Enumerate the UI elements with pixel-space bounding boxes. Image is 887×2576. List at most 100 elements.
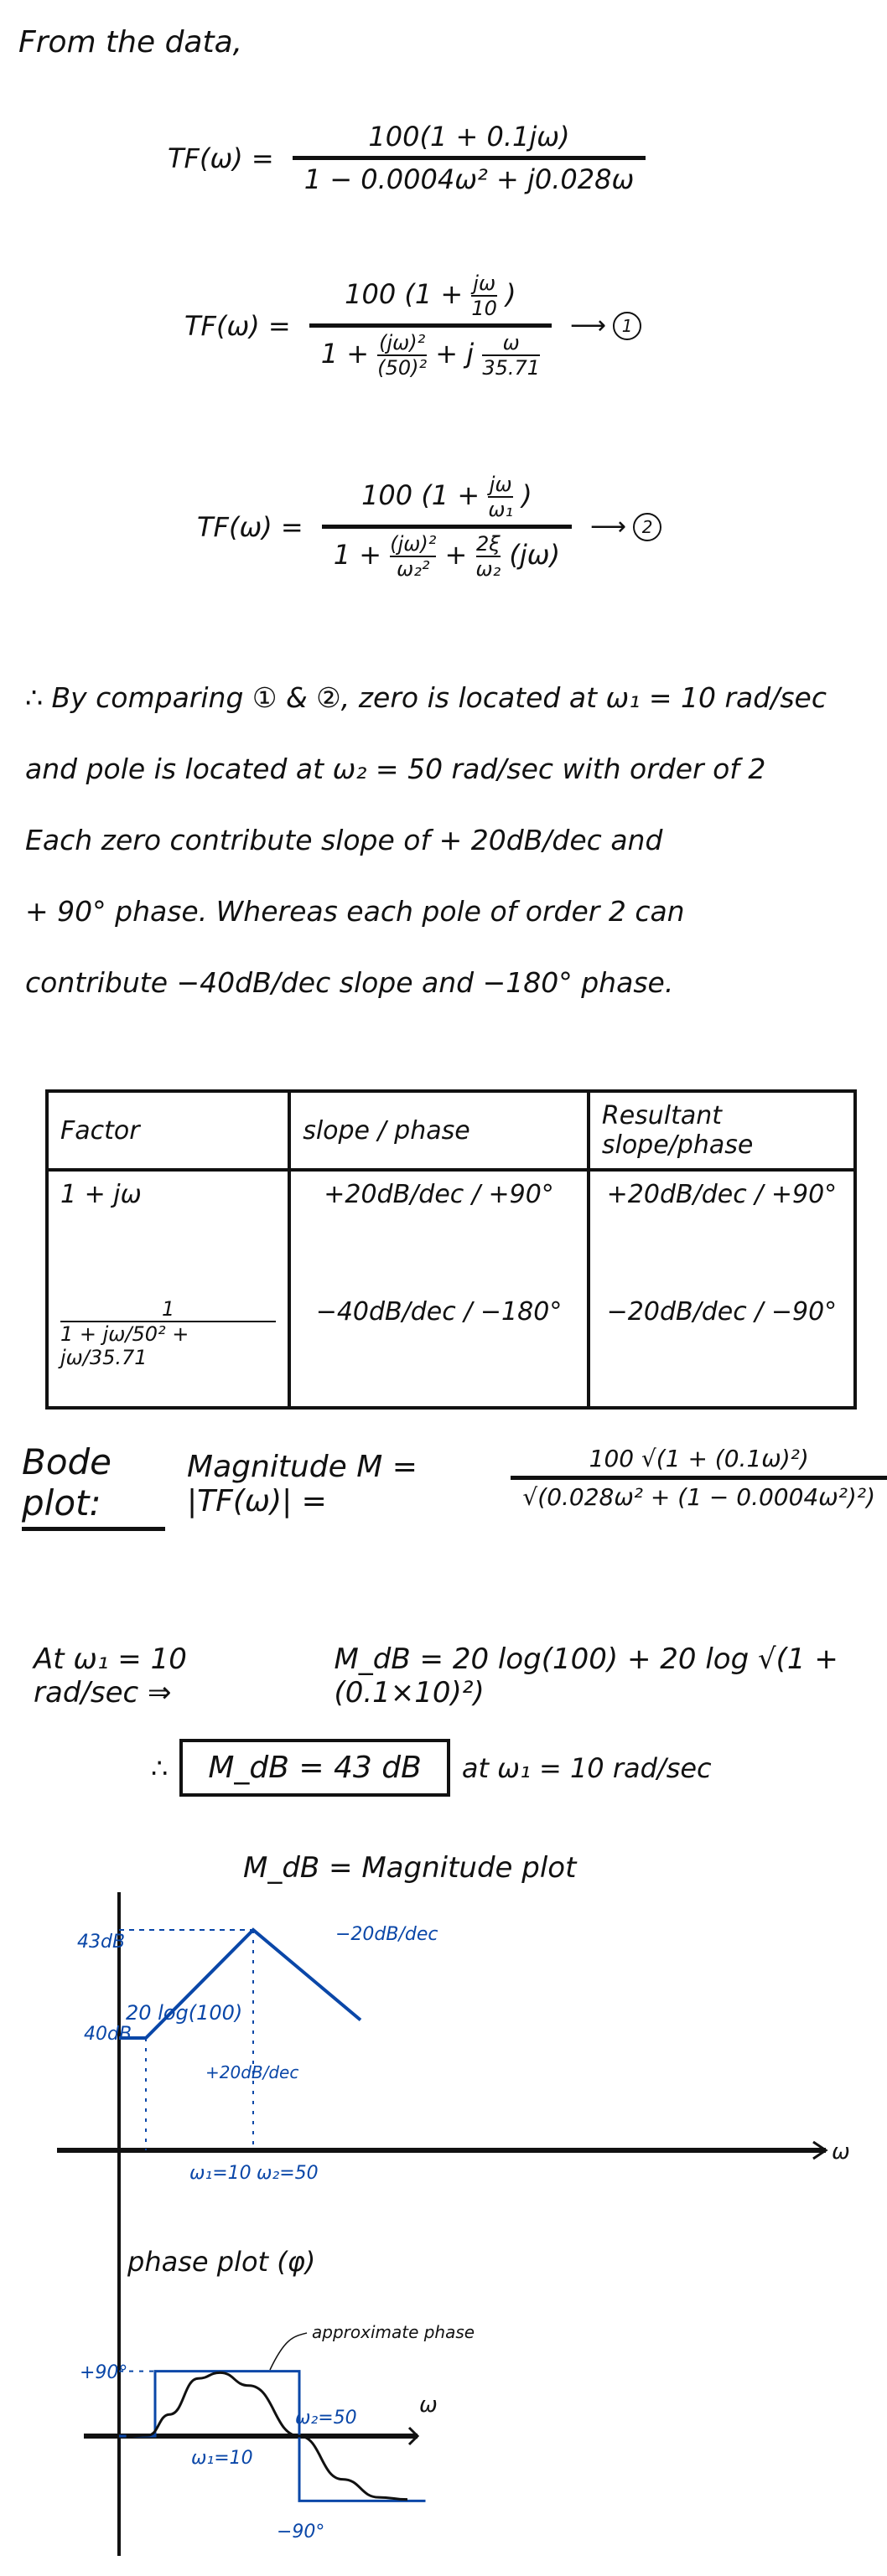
result-line: ∴ M_dB = 43 dB at ω₁ = 10 rad/sec	[151, 1739, 712, 1797]
column-header: Factor	[44, 1089, 292, 1172]
inner-bottom: 35.71	[482, 356, 541, 380]
denominator: 1 − 0.0004ω² + j0.028ω	[303, 163, 635, 195]
therefore-symbol: ∴	[151, 1751, 169, 1784]
num-suffix: )	[506, 278, 516, 310]
result-box: M_dB = 43 dB	[179, 1739, 450, 1797]
inner-fraction: jω 10	[471, 272, 497, 320]
inner-bottom: ω₂	[475, 557, 501, 581]
at-omega-rhs: M_dB = 20 log(100) + 20 log √(1 + (0.1×1…	[334, 1642, 838, 1710]
x-tick-label: ω₂=50	[257, 2163, 319, 2184]
den-part: (jω)	[509, 539, 561, 571]
y-tick-label: 40dB	[84, 2024, 132, 2045]
paragraph-line: + 90° phase. Whereas each pole of order …	[25, 895, 685, 928]
num-suffix: )	[521, 479, 532, 511]
factor-table: Factor slope / phase Resultant slope/pha…	[44, 1089, 858, 1410]
numerator: 100(1 + 0.1jω)	[368, 121, 570, 153]
inner-fraction: 2ξ ω₂	[475, 532, 501, 581]
x-axis-label: ω	[419, 2392, 438, 2418]
bode-header: Bode plot: Magnitude M = |TF(ω)| = 100 √…	[22, 1441, 887, 1531]
inner-top: (jω)²	[379, 331, 426, 354]
circled-number: 1	[613, 311, 642, 340]
x-axis-label: ω	[832, 2139, 850, 2165]
numerator: 100 (1 + jω ω₁ )	[350, 469, 544, 525]
magnitude-label: Magnitude M = |TF(ω)| =	[187, 1450, 418, 1518]
factor-den: 1 + jω/50² + jω/35.71	[60, 1322, 189, 1369]
factor-num: 1	[161, 1297, 175, 1321]
annotation-arrow-icon	[269, 2332, 308, 2371]
y-tick-label: −90°	[277, 2522, 324, 2542]
cell-slope-phase: +20dB/dec / +90°	[288, 1168, 590, 1289]
inner-top: 2ξ	[476, 532, 501, 556]
inner-fraction: ω 35.71	[482, 331, 541, 380]
table-row: 1 1 + jω/50² + jω/35.71 −40dB/dec / −180…	[44, 1289, 858, 1410]
inner-bottom: ω₁	[488, 498, 514, 521]
factor-fraction: 1 1 + jω/50² + jω/35.71	[60, 1297, 277, 1369]
equation-lhs: TF(ω) =	[197, 510, 303, 543]
bode-title: Bode plot:	[22, 1441, 166, 1531]
annotation-approx-phase: approximate phase	[312, 2322, 475, 2342]
circled-number: 2	[633, 512, 662, 541]
table-header-row: Factor slope / phase Resultant slope/pha…	[44, 1089, 858, 1172]
inner-top: jω	[473, 272, 496, 295]
inner-top: (jω)²	[390, 532, 437, 556]
intro-text: From the data,	[18, 25, 243, 59]
cell-factor: 1 1 + jω/50² + jω/35.71	[44, 1289, 292, 1410]
equation-reference: ⟶ 2	[590, 512, 662, 541]
paragraph-line: ∴ By comparing ① & ②, zero is located at…	[25, 681, 827, 714]
x-tick-label: ω₁=10	[189, 2163, 252, 2184]
table-row: 1 + jω +20dB/dec / +90° +20dB/dec / +90°	[44, 1168, 858, 1289]
denominator: 1 + (jω)² ω₂² + 2ξ ω₂ (jω)	[322, 529, 572, 584]
inner-bottom: 10	[471, 297, 497, 320]
denominator: 1 + (jω)² (50)² + j ω 35.71	[309, 328, 552, 383]
magnitude-plot: M_dB = Magnitude plot ω 43dB 40dB ω₁=10 …	[57, 1851, 850, 2204]
cell-resultant: +20dB/dec / +90°	[586, 1168, 858, 1289]
inner-fraction: (jω)² (50)²	[377, 331, 428, 380]
denominator: √(0.028ω² + (1 − 0.0004ω²)²)	[522, 1483, 875, 1511]
paragraph-line: Each zero contribute slope of + 20dB/dec…	[25, 824, 663, 856]
phase-plot: phase plot (φ) ω +90° −90° ω₁=10 ω₂=50 a…	[80, 2196, 475, 2556]
inner-fraction: (jω)² ω₂²	[390, 532, 437, 581]
cell-slope-phase: −40dB/dec / −180°	[288, 1289, 590, 1410]
num-prefix: 100 (1 +	[361, 479, 480, 511]
fraction: 100 (1 + jω 10 ) 1 + (jω)² (50)² + j ω 3…	[309, 268, 552, 383]
phase-plot-title: phase plot (φ)	[127, 2246, 315, 2278]
x-tick-label: ω₁=10	[191, 2448, 253, 2469]
inner-top: jω	[489, 473, 512, 496]
inner-top: ω	[502, 331, 520, 354]
y-tick-label: 43dB	[77, 1932, 125, 1953]
arrow-right-icon: ⟶	[570, 311, 607, 340]
inner-bottom: ω₂²	[397, 557, 430, 581]
paragraph-line: and pole is located at ω₂ = 50 rad/sec w…	[25, 753, 766, 785]
den-part: +	[444, 539, 468, 571]
annotation-gain: 20 log(100)	[126, 2001, 242, 2025]
column-header: slope / phase	[288, 1089, 590, 1172]
x-tick-label: ω₂=50	[295, 2408, 357, 2429]
equation-tf-1: TF(ω) = 100 (1 + jω 10 ) 1 + (jω)² (50)²…	[184, 268, 642, 383]
y-tick-label: +90°	[80, 2362, 127, 2383]
numerator: 100 √(1 + (0.1ω)²)	[589, 1445, 809, 1472]
at-omega-lhs: At ω₁ = 10 rad/sec ⇒	[34, 1642, 187, 1710]
numerator: 100 (1 + jω 10 )	[333, 268, 527, 323]
equation-lhs: TF(ω) =	[184, 309, 291, 342]
equation-tf-original: TF(ω) = 100(1 + 0.1jω) 1 − 0.0004ω² + j0…	[168, 117, 646, 199]
fraction: 100(1 + 0.1jω) 1 − 0.0004ω² + j0.028ω	[292, 117, 646, 199]
result-suffix: at ω₁ = 10 rad/sec	[461, 1751, 712, 1784]
equation-reference: ⟶ 1	[570, 311, 642, 340]
paragraph-line: contribute −40dB/dec slope and −180° pha…	[25, 966, 674, 999]
magnitude-plot-title: M_dB = Magnitude plot	[243, 1851, 578, 1885]
column-header: Resultant slope/phase	[586, 1089, 858, 1172]
den-part: 1 +	[320, 338, 370, 370]
cell-resultant: −20dB/dec / −90°	[586, 1289, 858, 1410]
equation-tf-2: TF(ω) = 100 (1 + jω ω₁ ) 1 + (jω)² ω₂² +…	[197, 469, 662, 584]
fraction: 100 (1 + jω ω₁ ) 1 + (jω)² ω₂² + 2ξ ω₂ (…	[321, 469, 573, 584]
arrow-right-icon: ⟶	[590, 512, 627, 541]
num-prefix: 100 (1 +	[345, 278, 464, 310]
den-part: 1 +	[333, 539, 382, 571]
inner-fraction: jω ω₁	[488, 473, 514, 521]
equation-lhs: TF(ω) =	[168, 142, 274, 174]
annotation-slope-down: −20dB/dec	[335, 1924, 438, 1945]
magnitude-fraction: 100 √(1 + (0.1ω)²) √(0.028ω² + (1 − 0.00…	[511, 1441, 887, 1514]
cell-factor: 1 + jω	[44, 1168, 292, 1289]
annotation-slope-up: +20dB/dec	[205, 2062, 298, 2082]
den-part: + j	[435, 338, 475, 370]
